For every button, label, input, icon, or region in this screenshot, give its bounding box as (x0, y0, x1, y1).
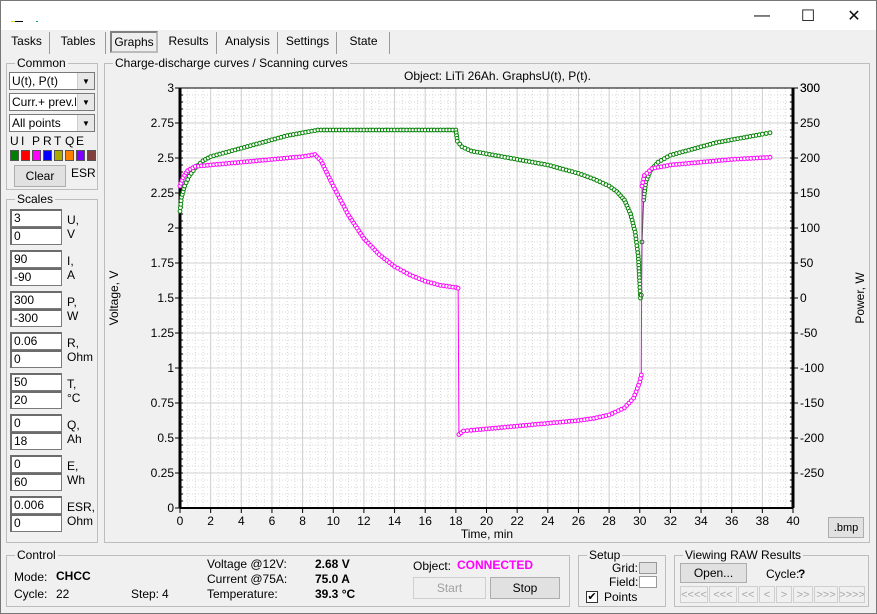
y2-tick-label: -100 (800, 361, 824, 375)
viewing-title: Viewing RAW Results (683, 548, 804, 562)
nav-button-prev-3[interactable]: <<< (709, 586, 737, 603)
y2-tick-label: 0 (800, 291, 807, 305)
x-tick-label: 24 (541, 514, 555, 528)
x-tick-label: 38 (756, 514, 770, 528)
object-label: Object: (413, 559, 452, 573)
x-tick-label: 32 (664, 514, 678, 528)
y2-tick-label: 150 (800, 186, 820, 200)
nav-button-next-2[interactable]: >> (793, 586, 813, 603)
y2-tick-label: 100 (800, 221, 820, 235)
stop-button[interactable]: Stop (490, 577, 560, 599)
y-tick-label: 1.25 (151, 326, 175, 340)
y-tick-label: 0.75 (151, 396, 175, 410)
field-color-label: Field: (609, 575, 639, 589)
step-label: Step: (131, 587, 160, 601)
x-tick-label: 12 (357, 514, 371, 528)
data-point-u (760, 131, 765, 137)
x-tick-label: 6 (269, 514, 276, 528)
y-tick-label: 0.5 (157, 431, 174, 445)
object-status: CONNECTED (457, 558, 534, 572)
control-title: Control (15, 548, 58, 562)
x-tick-label: 18 (449, 514, 463, 528)
chart: 0 2 4 6 8 10 12 14 16 18 20 22 24 26 28 30 32 34 36 38 4000.… (107, 81, 867, 541)
y2-tick-label: -200 (800, 431, 824, 445)
nav-button-next[interactable]: > (776, 586, 792, 603)
grid-color-label: Grid: (612, 561, 639, 575)
y2-tick-label: 200 (800, 151, 820, 165)
y-tick-label: 1.5 (157, 291, 174, 305)
y2-tick-label: -150 (800, 396, 824, 410)
y2-tick-label: 50 (800, 256, 814, 270)
data-point-u (767, 130, 773, 136)
x-tick-label: 16 (419, 514, 433, 528)
current-label: Current @75A: (207, 572, 288, 586)
y-tick-label: 2 (167, 221, 174, 235)
cycle-label: Cycle: (14, 587, 48, 601)
step-value: 4 (162, 587, 169, 601)
y-tick-label: 1 (167, 361, 174, 375)
nav-button-prev[interactable]: < (759, 586, 775, 603)
viewing-cycle-value: ? (798, 567, 806, 581)
y2-tick-label: 300 (800, 81, 820, 95)
y2-tick-label: 250 (800, 116, 820, 130)
y-tick-label: 0.25 (151, 466, 175, 480)
nav-button-first[interactable]: <<<< (680, 586, 708, 603)
data-point-p (461, 428, 466, 434)
y-axis-label: Voltage, V (107, 271, 121, 326)
y2-axis-label: Power, W (853, 272, 867, 324)
nav-button-next-3[interactable]: >>> (814, 586, 838, 603)
y2-tick-label: -250 (800, 466, 824, 480)
x-tick-label: 36 (725, 514, 739, 528)
y-tick-label: 3 (167, 81, 174, 95)
y-tick-label: 1.75 (151, 256, 175, 270)
data-point-p (464, 428, 470, 434)
data-point-p (638, 372, 644, 378)
x-tick-label: 26 (572, 514, 586, 528)
data-point-p (455, 285, 461, 291)
mode-label: Mode: (14, 570, 48, 584)
data-point-p (767, 154, 773, 160)
x-tick-label: 28 (602, 514, 616, 528)
voltage-label: Voltage @12V: (207, 557, 287, 571)
x-tick-label: 14 (388, 514, 402, 528)
x-tick-label: 0 (177, 514, 184, 528)
y-tick-label: 2.75 (151, 116, 175, 130)
y-tick-label: 2.25 (151, 186, 175, 200)
y-tick-label: 2.5 (157, 151, 174, 165)
x-tick-label: 30 (633, 514, 647, 528)
cycle-value: 22 (56, 587, 70, 601)
x-tick-label: 4 (238, 514, 245, 528)
setup-title: Setup (587, 548, 623, 562)
voltage-value: 2.68 V (315, 557, 350, 571)
points-checkbox[interactable]: ✔ (586, 591, 598, 603)
grid (179, 87, 794, 509)
points-label: Points (604, 590, 638, 604)
x-tick-label: 10 (327, 514, 341, 528)
bmp-export-button[interactable]: .bmp (828, 517, 864, 538)
grid-color-picker[interactable] (639, 562, 657, 574)
x-tick-label: 8 (299, 514, 306, 528)
data-point-u (763, 131, 769, 136)
viewing-cycle-label: Cycle: (766, 567, 800, 581)
open-button[interactable]: Open... (680, 563, 747, 583)
mode-value: CHCC (56, 569, 91, 583)
y-tick-label: 0 (167, 501, 174, 515)
field-color-picker[interactable] (639, 576, 657, 588)
temperature-value: 39.3 °C (315, 587, 356, 601)
nav-button-last[interactable]: >>>> (839, 586, 865, 603)
temperature-label: Temperature: (207, 587, 278, 601)
x-tick-label: 40 (786, 514, 800, 528)
x-tick-label: 20 (480, 514, 494, 528)
y2-tick-label: -50 (800, 326, 818, 340)
x-tick-label: 22 (510, 514, 524, 528)
x-tick-label: 2 (207, 514, 214, 528)
current-value: 75.0 A (315, 572, 350, 586)
start-button[interactable]: Start (413, 577, 486, 599)
x-axis-label: Time, min (461, 527, 513, 541)
x-tick-label: 34 (694, 514, 708, 528)
nav-button-prev-2[interactable]: << (738, 586, 758, 603)
